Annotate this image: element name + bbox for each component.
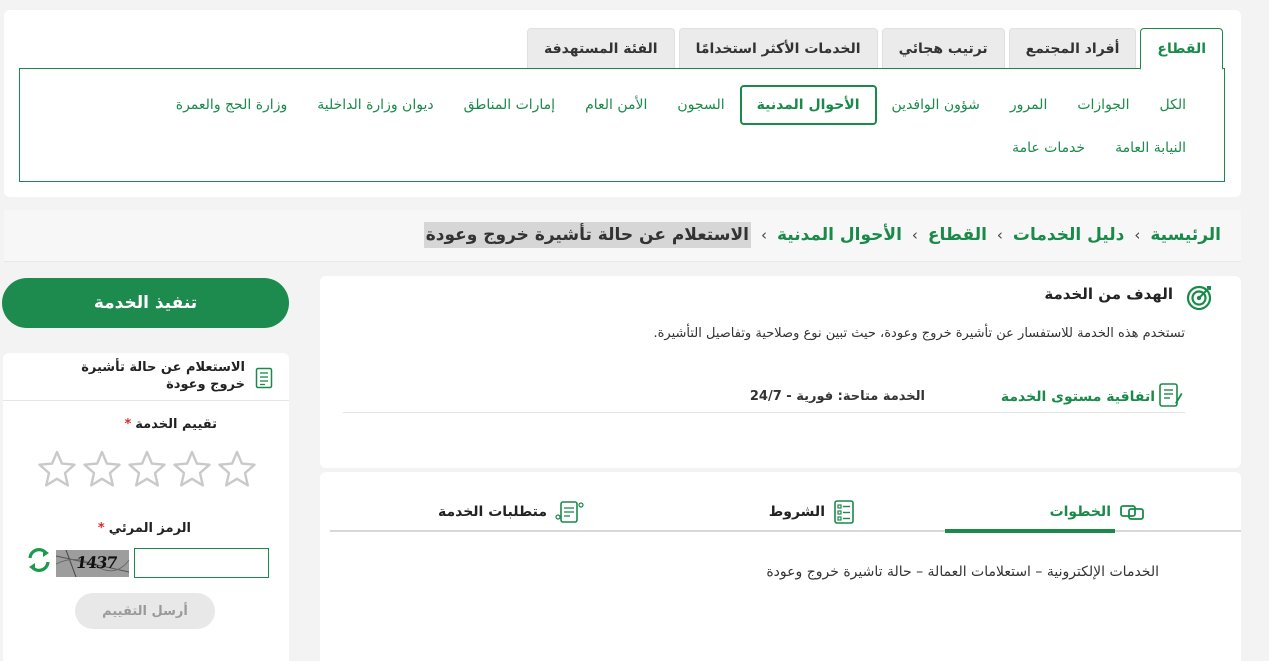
rating-label-text: تقييم الخدمة — [135, 417, 217, 432]
breadcrumb-separator: › — [1134, 226, 1141, 244]
service-goal-card: الهدف من الخدمة تستخدم هذه الخدمة للاستف… — [320, 276, 1241, 468]
rating-header: الاستعلام عن حالة تأشيرة خروج وعودة — [3, 353, 289, 401]
required-mark: * — [124, 417, 132, 432]
sector-emirates[interactable]: إمارات المناطق — [449, 85, 571, 125]
category-card: القطاع أفراد المجتمع ترتيب هجائي الخدمات… — [4, 10, 1241, 197]
sector-general-services[interactable]: خدمات عامة — [997, 128, 1100, 168]
breadcrumb-dept[interactable]: الأحوال المدنية — [777, 225, 902, 245]
tab-steps[interactable]: الخطوات — [1050, 492, 1145, 532]
breadcrumb-current: الاستعلام عن حالة تأشيرة خروج وعودة — [423, 222, 751, 248]
rating-label: تقييم الخدمة* — [124, 417, 217, 432]
sector-interior-diwan[interactable]: ديوان وزارة الداخلية — [302, 85, 448, 125]
checklist-icon — [834, 500, 854, 524]
star-icon[interactable] — [172, 449, 212, 489]
submit-rating-button[interactable]: أرسل التقييم — [75, 593, 215, 629]
active-tab-indicator — [945, 529, 1115, 533]
tab-most-used[interactable]: الخدمات الأكثر استخدامًا — [678, 28, 878, 68]
captcha-image: 1437 — [56, 550, 129, 577]
star-icon[interactable] — [82, 449, 122, 489]
form-icon — [255, 367, 273, 389]
star-icon[interactable] — [217, 449, 257, 489]
captcha-label: الرمز المرئي* — [98, 521, 191, 536]
tab-steps-label: الخطوات — [1049, 504, 1111, 520]
refresh-icon[interactable] — [24, 545, 54, 575]
breadcrumb-separator: › — [911, 226, 918, 244]
tab-conditions-label: الشروط — [768, 504, 825, 520]
sla-label: اتفاقية مستوى الخدمة — [1000, 389, 1155, 405]
sector-public-prosecution[interactable]: النيابة العامة — [1100, 128, 1201, 168]
tab-conditions[interactable]: الشروط — [769, 492, 855, 532]
goal-title: الهدف من الخدمة — [1044, 285, 1173, 303]
sector-expatriates[interactable]: شؤون الوافدين — [877, 85, 995, 125]
required-mark: * — [97, 521, 105, 536]
steps-content: الخدمات الإلكترونية – استعلامات العمالة … — [766, 564, 1159, 580]
rating-service-title: الاستعلام عن حالة تأشيرة خروج وعودة — [81, 360, 245, 392]
category-tabs: القطاع أفراد المجتمع ترتيب هجائي الخدمات… — [527, 28, 1223, 70]
sla-row: اتفاقية مستوى الخدمة الخدمة متاحة: فورية… — [343, 381, 1185, 413]
breadcrumb-home[interactable]: الرئيسية — [1150, 225, 1221, 245]
sector-traffic[interactable]: المرور — [995, 85, 1063, 125]
sector-list: الكل الجوازات المرور شؤون الوافدين الأحو… — [19, 68, 1225, 182]
tab-requirements[interactable]: متطلبات الخدمة — [438, 492, 585, 532]
captcha-label-text: الرمز المرئي — [108, 521, 191, 536]
details-tabs: الخطوات الشروط متطلبات الخدمة — [330, 492, 1241, 533]
sector-all[interactable]: الكل — [1145, 85, 1202, 125]
breadcrumb-sector[interactable]: القطاع — [928, 225, 987, 245]
sector-hajj-umrah[interactable]: وزارة الحج والعمرة — [161, 85, 302, 125]
tab-community[interactable]: أفراد المجتمع — [1008, 28, 1137, 68]
sector-prisons[interactable]: السجون — [662, 85, 739, 125]
breadcrumb: الرئيسية › دليل الخدمات › القطاع › الأحو… — [423, 222, 1221, 248]
sector-public-security[interactable]: الأمن العام — [570, 85, 662, 125]
sector-passports[interactable]: الجوازات — [1062, 85, 1144, 125]
tab-requirements-label: متطلبات الخدمة — [437, 504, 547, 520]
breadcrumb-guide[interactable]: دليل الخدمات — [1013, 225, 1124, 245]
sla-value: الخدمة متاحة: فورية - 24/7 — [749, 389, 925, 404]
sector-civil-affairs[interactable]: الأحوال المدنية — [739, 85, 877, 125]
star-rating — [37, 449, 257, 489]
service-details-card: الخطوات الشروط متطلبات الخدمة الخدمات ال… — [320, 472, 1241, 661]
captcha-input[interactable] — [134, 548, 269, 578]
goal-description: تستخدم هذه الخدمة للاستفسار عن تأشيرة خر… — [653, 326, 1185, 341]
breadcrumb-separator: › — [760, 226, 767, 244]
rating-card: الاستعلام عن حالة تأشيرة خروج وعودة تقيي… — [3, 353, 289, 661]
star-icon[interactable] — [37, 449, 77, 489]
link-icon — [1120, 505, 1144, 520]
target-icon — [1186, 285, 1212, 311]
captcha-text: 1437 — [74, 553, 118, 572]
star-icon[interactable] — [127, 449, 167, 489]
execute-service-button[interactable]: تنفيذ الخدمة — [2, 278, 289, 328]
requirements-icon — [555, 501, 584, 523]
tab-target-group[interactable]: الفئة المستهدفة — [527, 28, 675, 68]
breadcrumb-bar: الرئيسية › دليل الخدمات › القطاع › الأحو… — [4, 210, 1241, 262]
document-pen-icon — [1159, 383, 1183, 407]
tab-alphabetical[interactable]: ترتيب هجائي — [881, 28, 1005, 68]
breadcrumb-separator: › — [996, 226, 1003, 244]
tab-sector[interactable]: القطاع — [1140, 28, 1223, 70]
